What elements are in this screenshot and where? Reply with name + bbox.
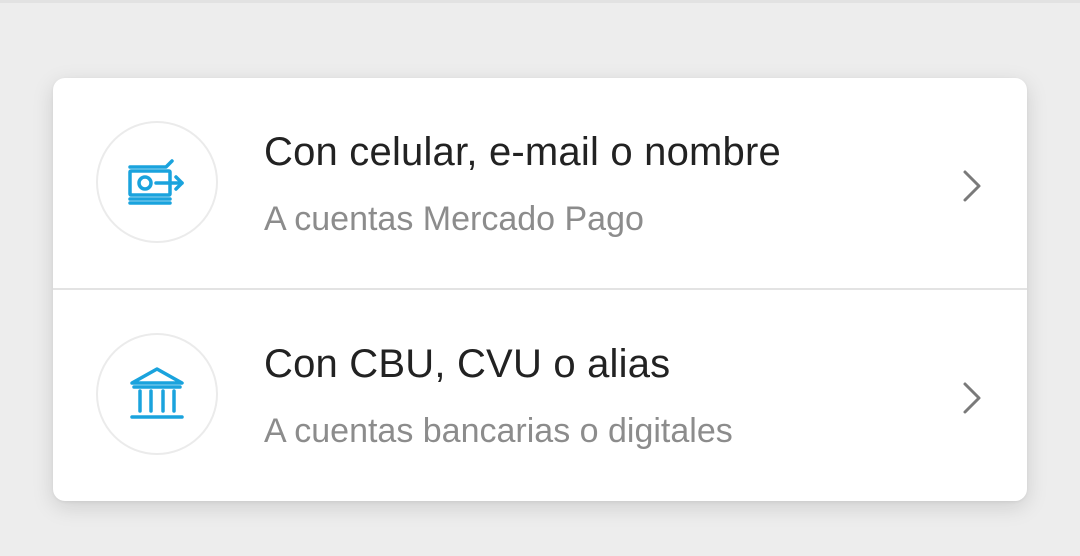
transfer-options-card: Con celular, e-mail o nombre A cuentas M… (53, 78, 1027, 501)
option-cbu-cvu-alias[interactable]: Con CBU, CVU o alias A cuentas bancarias… (53, 290, 1027, 501)
option-phone-email-name[interactable]: Con celular, e-mail o nombre A cuentas M… (53, 78, 1027, 289)
bank-icon (130, 367, 184, 419)
option-title: Con celular, e-mail o nombre (264, 130, 781, 174)
chevron-right-icon (963, 382, 981, 414)
option-subtitle: A cuentas bancarias o digitales (264, 412, 733, 450)
top-divider (0, 0, 1080, 3)
icon-circle (96, 121, 218, 243)
icon-circle (96, 333, 218, 455)
money-transfer-icon (128, 159, 184, 205)
chevron-right-icon (963, 170, 981, 202)
option-subtitle: A cuentas Mercado Pago (264, 200, 644, 238)
option-title: Con CBU, CVU o alias (264, 342, 671, 386)
